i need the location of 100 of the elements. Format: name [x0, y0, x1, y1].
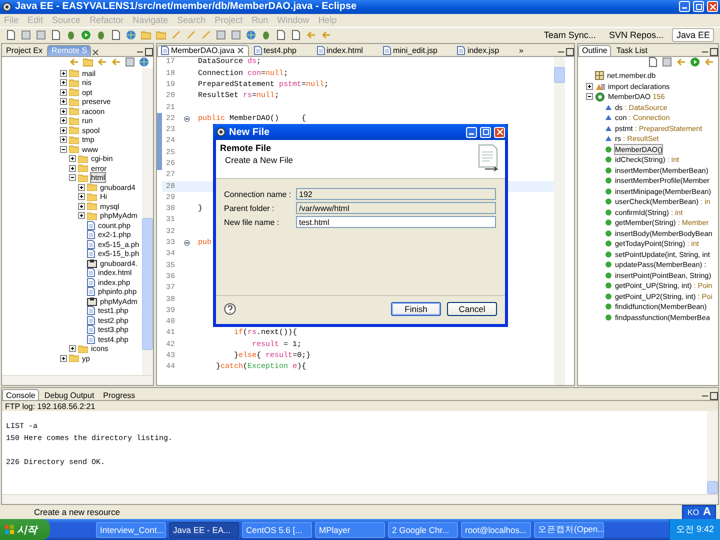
editor-tab[interactable]: test4.php: [250, 44, 312, 56]
view-tab[interactable]: Project Ex: [2, 44, 46, 56]
page-icon[interactable]: [6, 30, 16, 40]
fold-icon[interactable]: [184, 240, 190, 246]
fold-icon[interactable]: [184, 116, 190, 122]
expand-icon[interactable]: [60, 79, 67, 86]
close-button[interactable]: [707, 1, 718, 12]
input-field[interactable]: test.html: [296, 216, 496, 228]
taskbar-button[interactable]: MPlayer: [315, 522, 385, 538]
scrollbar[interactable]: [2, 375, 153, 386]
page-icon[interactable]: [291, 30, 301, 40]
scrollbar[interactable]: [2, 494, 718, 504]
help-icon[interactable]: [224, 303, 236, 315]
maximize-icon[interactable]: [566, 48, 574, 56]
perspective-button[interactable]: SVN Repos...: [604, 28, 668, 42]
page-icon[interactable]: [51, 30, 61, 40]
expand-icon[interactable]: [586, 82, 593, 90]
start-button[interactable]: 시작: [0, 519, 50, 540]
expand-icon[interactable]: [60, 88, 67, 96]
expand-icon[interactable]: [78, 184, 85, 191]
expand-icon[interactable]: [60, 70, 67, 77]
expand-icon[interactable]: [69, 164, 76, 172]
console-label: FTP log: 192.168.56.2:21: [2, 401, 718, 412]
dialog-button[interactable]: Finish: [391, 302, 441, 316]
maximize-icon: [482, 129, 488, 135]
close-icon[interactable]: [236, 47, 244, 54]
field-label: Parent folder :: [224, 202, 276, 214]
play-icon[interactable]: [81, 30, 91, 40]
minimize-button[interactable]: [679, 1, 690, 12]
scrollbar[interactable]: [142, 68, 153, 376]
editor-tab[interactable]: index.jsp: [453, 44, 514, 56]
perspective-button[interactable]: Team Sync...: [540, 28, 600, 42]
package-icon: [87, 296, 97, 306]
more-tabs-button[interactable]: »: [515, 44, 528, 56]
globe-icon[interactable]: [139, 57, 149, 68]
maximize-icon[interactable]: [710, 392, 718, 400]
play-icon[interactable]: [690, 57, 700, 68]
taskbar-button[interactable]: root@localhos...: [461, 522, 531, 538]
maximize-button[interactable]: [480, 126, 491, 138]
view-tab[interactable]: Debug Output: [40, 389, 98, 400]
taskbar-button[interactable]: 오픈캡처(Open...: [534, 522, 604, 538]
dialog-title: New File: [229, 126, 271, 138]
collapse-icon[interactable]: [60, 146, 67, 153]
close-button[interactable]: [494, 126, 505, 138]
taskbar-button[interactable]: Java EE - EA...: [169, 522, 239, 538]
expand-icon[interactable]: [78, 202, 85, 210]
file-icon: [457, 46, 466, 56]
scrollbar[interactable]: [707, 411, 718, 494]
expand-icon[interactable]: [60, 136, 67, 144]
class-icon: [595, 92, 605, 102]
window-title: Java EE - EASYVALENS1/src/net/member/db/MemberDAO.java - Eclipse: [15, 1, 358, 12]
maximize-icon[interactable]: [145, 48, 153, 56]
minimize-button[interactable]: [466, 126, 477, 138]
close-icon[interactable]: [92, 48, 100, 56]
collapse-icon[interactable]: [69, 174, 76, 182]
close-icon: [496, 129, 502, 135]
expand-icon[interactable]: [69, 345, 76, 352]
maximize-icon[interactable]: [710, 48, 718, 56]
restore-icon: [696, 4, 702, 10]
field-label: New file name :: [224, 216, 280, 228]
taskbar-button[interactable]: CentOS 5.6 [...: [242, 522, 312, 538]
expand-icon[interactable]: [60, 108, 67, 115]
taskbar-button[interactable]: 2 Google Chr...: [388, 522, 458, 538]
flag-icon: [5, 525, 14, 534]
gear-icon: [2, 2, 12, 12]
editor-tab[interactable]: index.html: [312, 44, 378, 56]
view-tab[interactable]: Outline: [578, 44, 612, 56]
expand-icon[interactable]: [78, 193, 85, 200]
restore-button[interactable]: [693, 1, 704, 12]
dialog-button[interactable]: Cancel: [447, 302, 497, 316]
editor-tab[interactable]: mini_edit.jsp: [378, 44, 452, 56]
expand-icon[interactable]: [60, 117, 67, 124]
field-label: Connection name :: [224, 188, 292, 200]
file-icon: [161, 46, 169, 56]
collapse-icon[interactable]: [586, 93, 593, 100]
ime-indicator[interactable]: KO A: [682, 504, 716, 520]
taskbar-button[interactable]: Interview_Cont...: [96, 522, 166, 538]
close-icon: [710, 4, 716, 10]
page-icon[interactable]: [276, 30, 286, 40]
expand-icon[interactable]: [60, 126, 67, 134]
editor-tab[interactable]: MemberDAO.java: [157, 44, 249, 56]
view-tab[interactable]: Task List: [612, 44, 652, 56]
imports-icon: [595, 82, 605, 91]
view-tab[interactable]: Console: [2, 389, 40, 400]
expand-icon[interactable]: [60, 98, 67, 106]
view-tab[interactable]: Progress: [99, 389, 140, 400]
expand-icon[interactable]: [60, 354, 67, 362]
globe-icon[interactable]: [126, 30, 136, 40]
perspective-button[interactable]: Java EE: [672, 28, 714, 42]
scrollbar[interactable]: [554, 56, 565, 386]
globe-icon[interactable]: [246, 30, 256, 40]
folder-icon[interactable]: [83, 57, 93, 68]
page-icon[interactable]: [111, 30, 121, 40]
gear-icon: [216, 127, 226, 137]
clock: 오전 9:42: [676, 523, 714, 536]
file-icon: [254, 46, 262, 56]
expand-icon[interactable]: [69, 155, 76, 162]
file-icon: [316, 46, 324, 56]
page-icon[interactable]: [648, 57, 658, 68]
expand-icon[interactable]: [78, 212, 85, 220]
